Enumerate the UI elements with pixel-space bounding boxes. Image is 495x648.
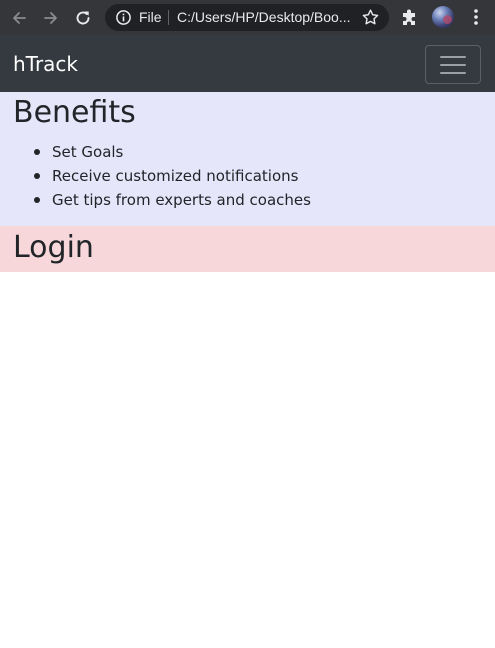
login-heading: Login xyxy=(13,230,94,265)
back-button[interactable] xyxy=(8,7,30,29)
puzzle-icon[interactable] xyxy=(400,7,420,27)
list-item: Set Goals xyxy=(34,140,311,164)
reload-button[interactable] xyxy=(72,7,94,29)
hamburger-icon xyxy=(440,56,466,74)
navbar: hTrack xyxy=(0,35,495,92)
star-icon[interactable] xyxy=(361,8,380,27)
kebab-menu-icon[interactable] xyxy=(466,7,486,27)
navbar-brand[interactable]: hTrack xyxy=(13,52,78,76)
navbar-toggler-button[interactable] xyxy=(425,45,481,84)
site-info-label[interactable]: File xyxy=(139,9,162,26)
divider xyxy=(168,10,169,25)
forward-button[interactable] xyxy=(40,7,62,29)
login-section: Login xyxy=(0,226,495,272)
list-item: Receive customized notifications xyxy=(34,164,311,188)
url-text[interactable]: C:/Users/HP/Desktop/Boo... xyxy=(177,9,355,26)
address-bar[interactable]: File C:/Users/HP/Desktop/Boo... xyxy=(105,4,389,31)
info-icon[interactable] xyxy=(115,9,132,26)
arrow-right-icon xyxy=(44,12,57,24)
benefits-section: Benefits Set Goals Receive customized no… xyxy=(0,92,495,226)
list-item: Get tips from experts and coaches xyxy=(34,188,311,212)
benefits-list: Set Goals Receive customized notificatio… xyxy=(34,140,311,212)
benefits-heading: Benefits xyxy=(13,95,136,130)
reload-icon xyxy=(76,11,90,25)
browser-toolbar: File C:/Users/HP/Desktop/Boo... xyxy=(0,0,495,35)
avatar[interactable] xyxy=(432,6,454,28)
arrow-left-icon xyxy=(13,12,26,24)
